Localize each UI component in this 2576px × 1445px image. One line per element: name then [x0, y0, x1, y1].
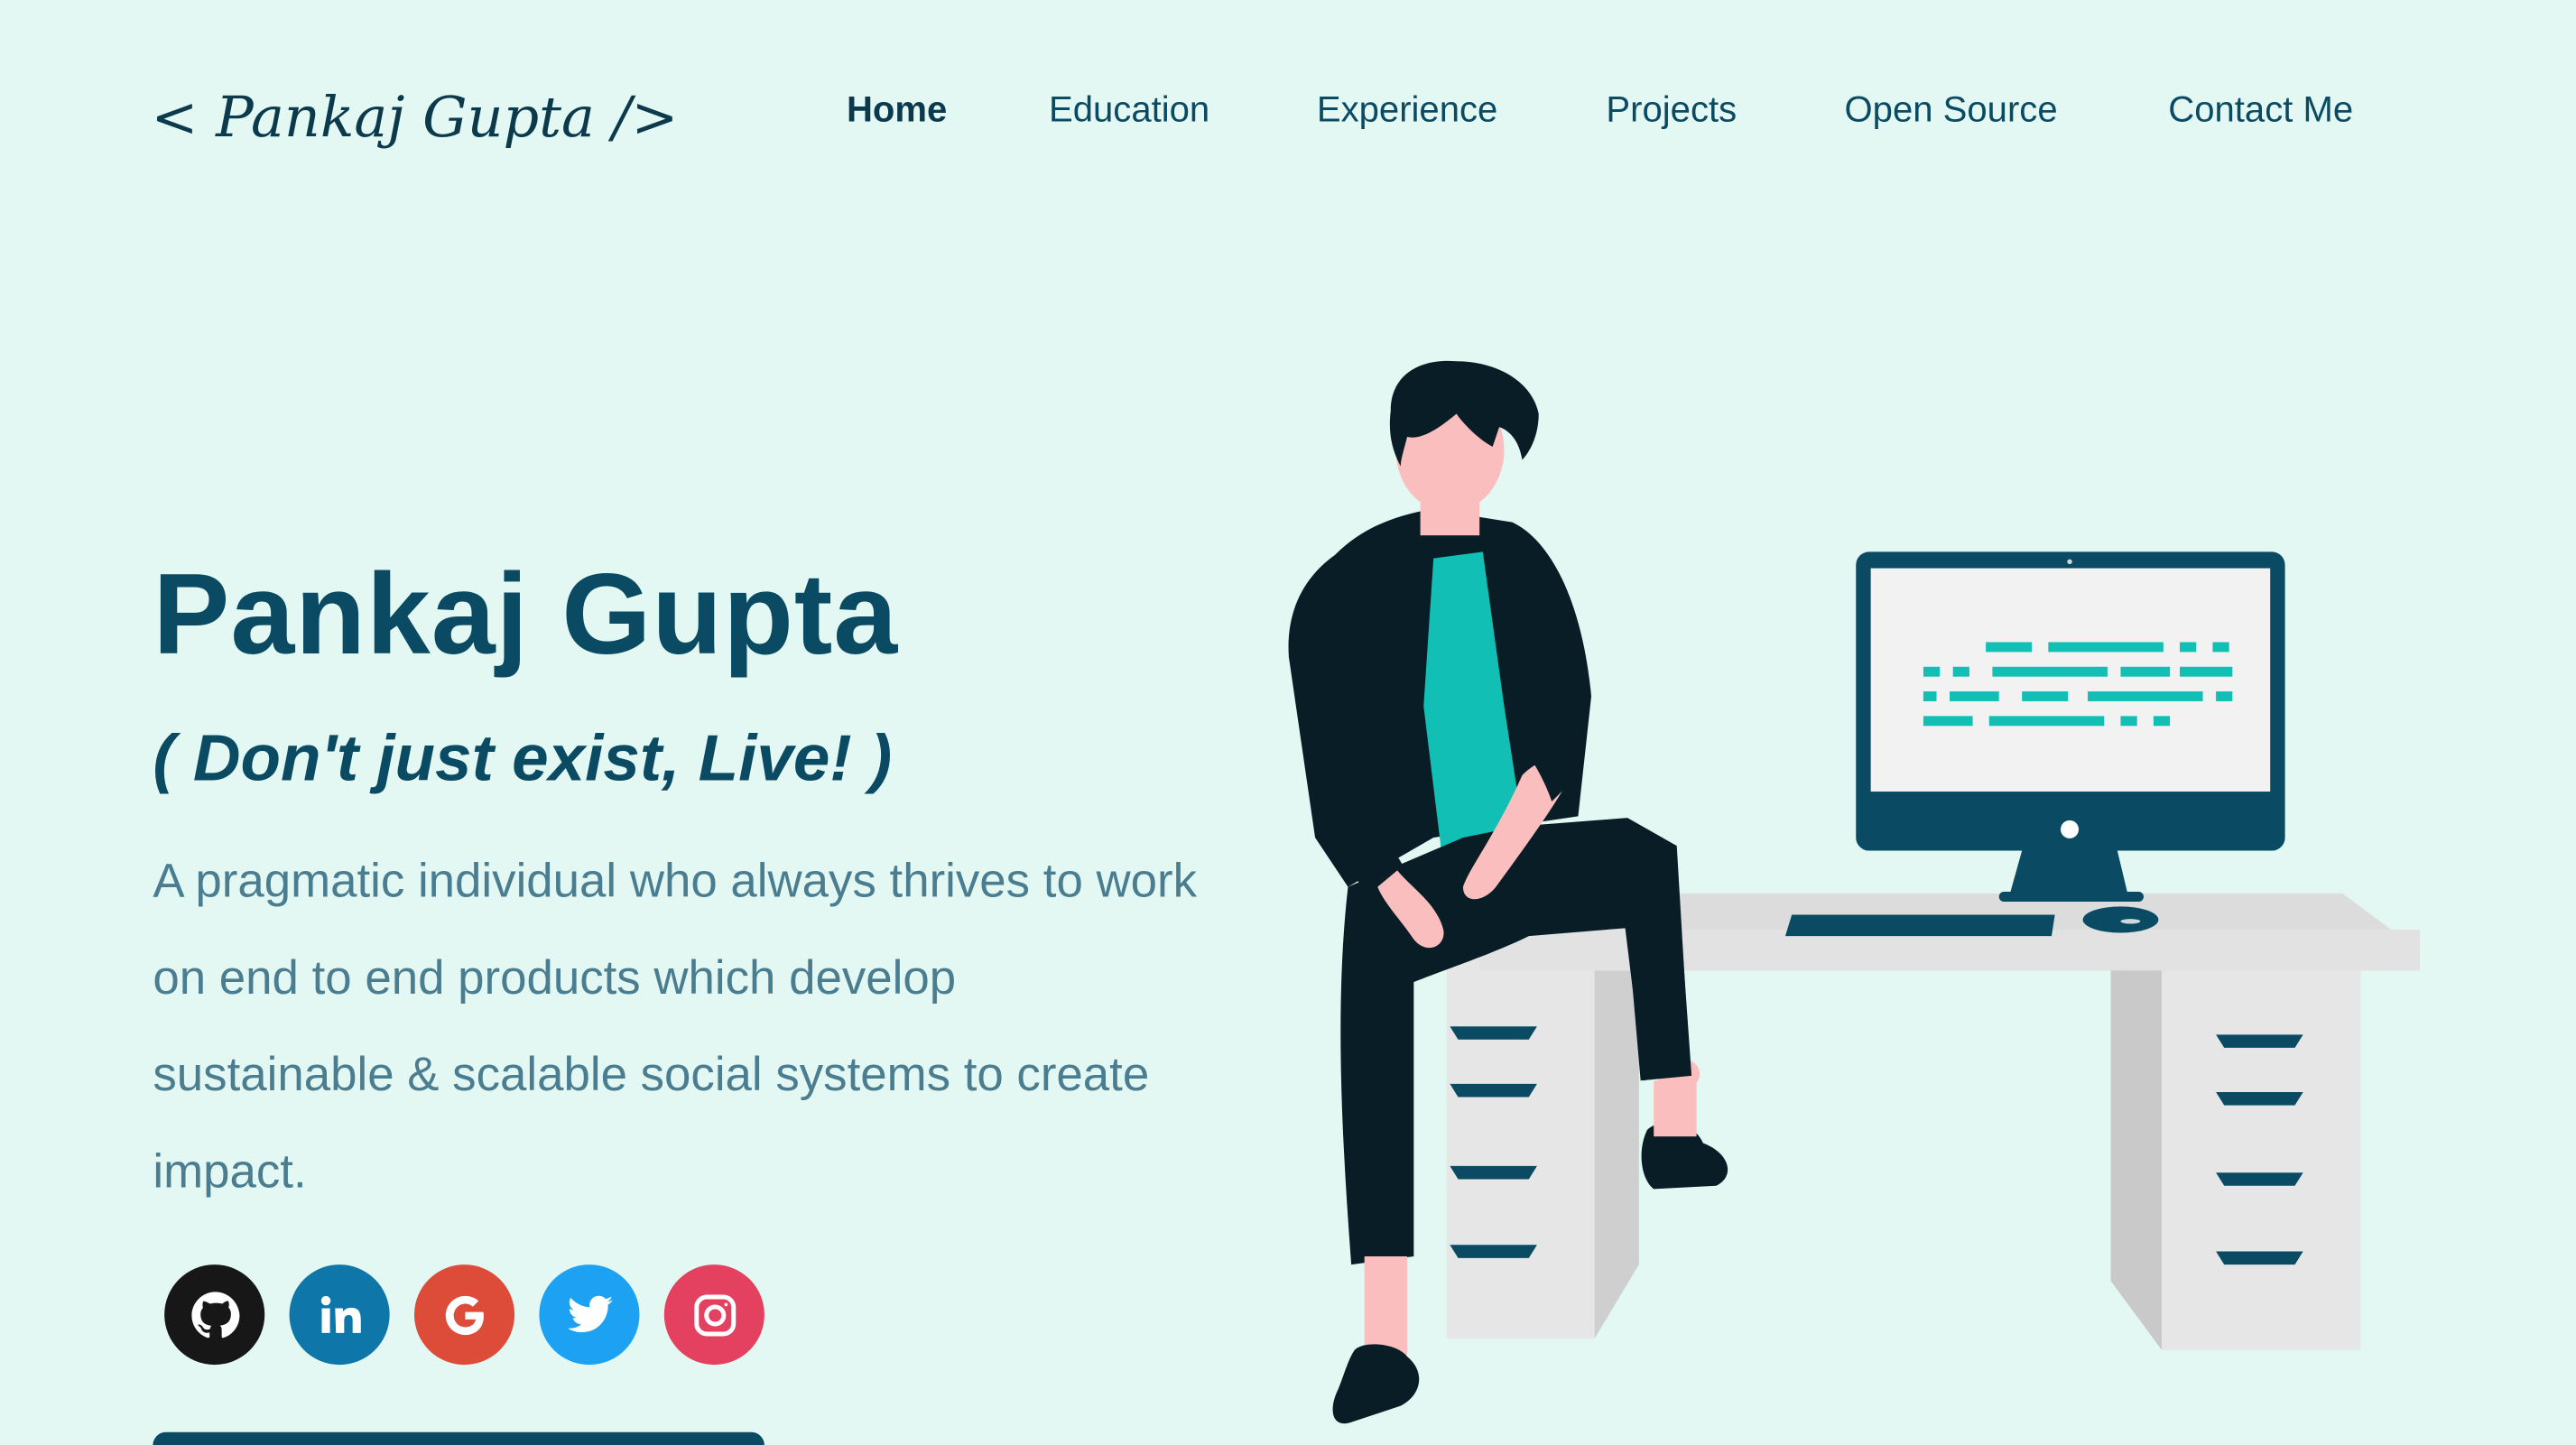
- instagram-button[interactable]: [663, 1264, 764, 1366]
- hero-subtitle: ( Don't just exist, Live! ): [153, 722, 893, 795]
- hero-description: A pragmatic individual who always thrive…: [153, 856, 1198, 1200]
- site-logo[interactable]: < Pankaj Gupta />: [152, 62, 679, 194]
- github-icon: [190, 1291, 239, 1338]
- instagram-icon: [693, 1293, 736, 1336]
- linkedin-button[interactable]: [289, 1264, 390, 1366]
- developer-desk-illustration: [1288, 360, 2420, 1424]
- social-links: [164, 1264, 764, 1366]
- nav-education[interactable]: Education: [1049, 88, 1209, 131]
- nav-home[interactable]: Home: [847, 88, 947, 131]
- google-icon: [444, 1294, 484, 1335]
- nav-experience[interactable]: Experience: [1317, 88, 1497, 131]
- linkedin-icon: [320, 1294, 360, 1332]
- nav-open-source[interactable]: Open Source: [1844, 88, 2057, 131]
- twitter-icon: [566, 1294, 612, 1332]
- nav-projects[interactable]: Projects: [1606, 88, 1737, 131]
- hero-title: Pankaj Gupta: [153, 550, 899, 679]
- github-button[interactable]: [164, 1264, 265, 1366]
- nav-contact-me[interactable]: Contact Me: [2168, 88, 2353, 131]
- logo-text: < Pankaj Gupta />: [151, 85, 679, 152]
- google-button[interactable]: [413, 1264, 515, 1366]
- twitter-button[interactable]: [539, 1264, 640, 1366]
